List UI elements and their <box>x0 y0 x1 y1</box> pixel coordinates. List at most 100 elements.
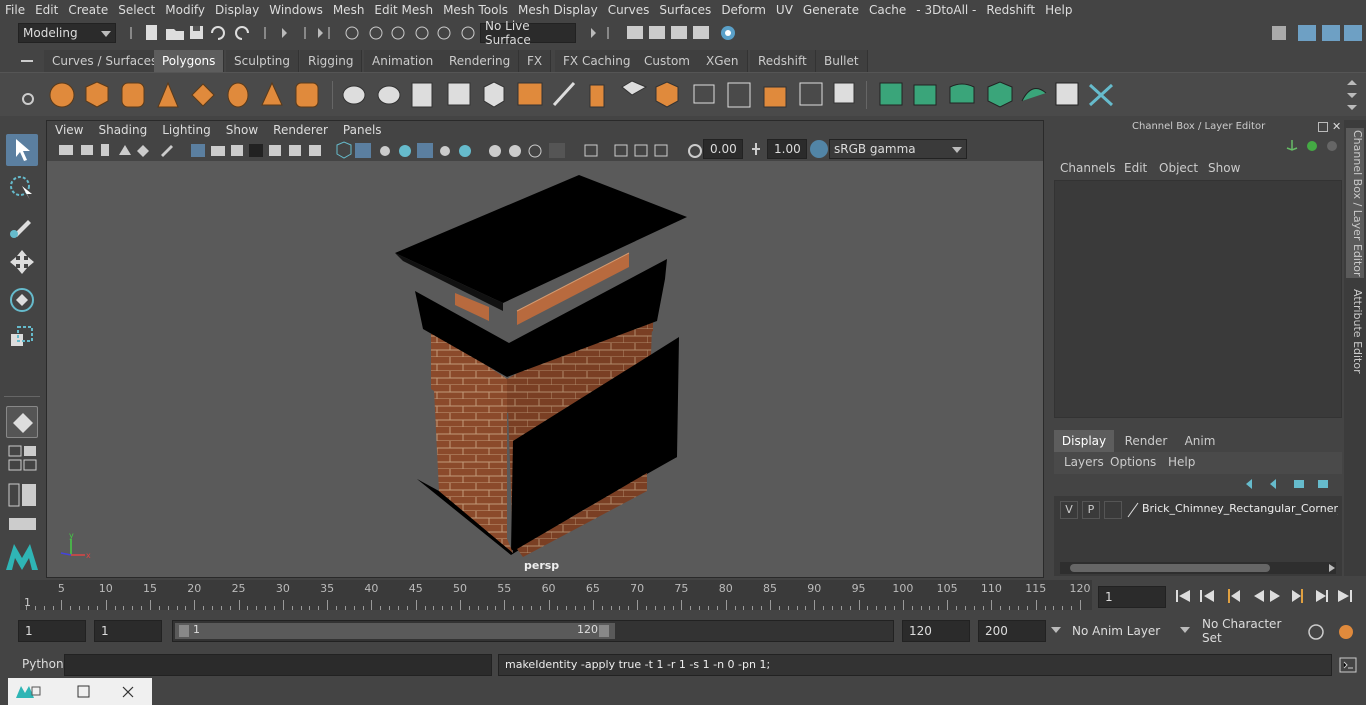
layer-help-menu[interactable]: Help <box>1168 455 1195 469</box>
live-surface-field[interactable]: No Live Surface <box>480 19 576 47</box>
menu-generate[interactable]: Generate <box>798 3 864 17</box>
tab-redshift[interactable]: Redshift <box>750 50 816 72</box>
tab-animation[interactable]: Animation <box>364 50 443 72</box>
tab-custom[interactable]: Custom <box>636 50 699 72</box>
viewport-menu-panels[interactable]: Panels <box>335 123 389 137</box>
color-management-icon[interactable] <box>810 140 828 158</box>
side-tab-channel-box[interactable]: Channel Box / Layer Editor <box>1346 128 1364 278</box>
paint-select-tool-button[interactable] <box>6 210 38 242</box>
menu-3dtoall[interactable]: - 3DtoAll - <box>911 3 981 17</box>
range-start-handle[interactable] <box>179 625 189 637</box>
layer-name[interactable]: Brick_Chimney_Rectangular_Corner_Ba <box>1142 502 1338 515</box>
menu-deform[interactable]: Deform <box>716 3 771 17</box>
menu-create[interactable]: Create <box>63 3 113 17</box>
maximize-icon[interactable] <box>76 684 92 700</box>
shelf-settings-gear-icon[interactable] <box>20 91 36 107</box>
menu-edit-mesh[interactable]: Edit Mesh <box>369 3 438 17</box>
viewport-menu-renderer[interactable]: Renderer <box>265 123 335 137</box>
layers-menu[interactable]: Layers <box>1064 455 1104 469</box>
channel-show-menu[interactable]: Show <box>1208 161 1240 175</box>
command-input[interactable] <box>64 654 492 676</box>
layer-visibility-toggle[interactable]: V <box>1060 501 1078 519</box>
menu-file[interactable]: File <box>0 3 30 17</box>
tab-render[interactable]: Render <box>1116 430 1176 452</box>
colorspace-dropdown[interactable]: sRGB gamma <box>829 139 967 159</box>
layer-color-icon[interactable] <box>1126 501 1140 519</box>
tab-xgen[interactable]: XGen <box>698 50 748 72</box>
menu-select[interactable]: Select <box>113 3 160 17</box>
menu-mesh[interactable]: Mesh <box>328 3 370 17</box>
viewport-menu-lighting[interactable]: Lighting <box>154 123 218 137</box>
viewport-menu-show[interactable]: Show <box>218 123 265 137</box>
scene-start-field[interactable]: 1 <box>18 620 86 642</box>
menu-mesh-display[interactable]: Mesh Display <box>513 3 603 17</box>
scene-end-field[interactable]: 200 <box>978 620 1046 642</box>
snap-point-icon <box>391 26 405 40</box>
tab-polygons[interactable]: Polygons <box>154 50 225 72</box>
menu-display[interactable]: Display <box>210 3 264 17</box>
tab-anim[interactable]: Anim <box>1176 430 1224 452</box>
channels-menu[interactable]: Channels <box>1060 161 1116 175</box>
tab-display[interactable]: Display <box>1054 430 1114 452</box>
menu-mesh-tools[interactable]: Mesh Tools <box>438 3 513 17</box>
restore-window-icon[interactable] <box>14 684 44 700</box>
time-ruler[interactable]: 5 10 15 20 25 30 35 40 45 50 55 60 65 70 75 80 85 90 95 100… <box>20 580 1092 610</box>
close-icon[interactable]: ✕ <box>1332 120 1341 133</box>
range-bar-handle[interactable]: 1 120 <box>175 623 615 639</box>
timeline-tick <box>309 606 311 610</box>
playback-end-field[interactable]: 120 <box>902 620 970 642</box>
rotate-tool-button[interactable] <box>6 284 38 316</box>
chevron-down-icon[interactable] <box>1050 624 1062 636</box>
range-bar[interactable]: 1 120 <box>172 620 894 642</box>
mode-selector[interactable]: Modeling <box>18 23 116 43</box>
channel-object-menu[interactable]: Object <box>1159 161 1198 175</box>
shelf-menu-icon[interactable] <box>18 54 38 68</box>
menu-cache[interactable]: Cache <box>864 3 911 17</box>
layer-scroll-thumb[interactable] <box>1070 564 1270 572</box>
viewport-menu-shading[interactable]: Shading <box>90 123 154 137</box>
3d-viewport[interactable]: y x persp <box>47 161 1043 577</box>
select-tool-button[interactable] <box>6 134 38 166</box>
side-tab-attribute-editor[interactable]: Attribute Editor <box>1346 286 1364 376</box>
menu-curves[interactable]: Curves <box>603 3 655 17</box>
menu-uv[interactable]: UV <box>771 3 798 17</box>
tab-fx-caching[interactable]: FX Caching <box>555 50 640 72</box>
menu-help[interactable]: Help <box>1040 3 1077 17</box>
tab-sculpting[interactable]: Sculpting <box>226 50 300 72</box>
channel-edit-menu[interactable]: Edit <box>1124 161 1147 175</box>
menu-surfaces[interactable]: Surfaces <box>654 3 716 17</box>
scale-tool-button[interactable] <box>6 322 38 354</box>
anim-layer-dropdown[interactable]: No Anim Layer <box>1068 620 1194 642</box>
combine-icon <box>342 85 366 105</box>
tab-rendering[interactable]: Rendering <box>441 50 520 72</box>
tab-bullet[interactable]: Bullet <box>816 50 868 72</box>
last-tool-button[interactable] <box>6 406 38 438</box>
layer-scrollbar[interactable] <box>1060 562 1336 574</box>
layer-row[interactable]: V P Brick_Chimney_Rectangular_Corner_Ba <box>1058 501 1338 519</box>
playback-start-field[interactable]: 1 <box>94 620 162 642</box>
gamma-field[interactable]: 1.00 <box>767 139 807 159</box>
close-window-icon[interactable] <box>120 684 136 700</box>
float-panel-icon[interactable] <box>1318 122 1328 132</box>
menu-windows[interactable]: Windows <box>264 3 328 17</box>
tab-fx[interactable]: FX <box>519 50 552 72</box>
menu-modify[interactable]: Modify <box>160 3 210 17</box>
menu-redshift[interactable]: Redshift <box>981 3 1040 17</box>
viewport-menu-view[interactable]: View <box>47 123 90 137</box>
exposure-field[interactable]: 0.00 <box>703 139 743 159</box>
tab-rigging[interactable]: Rigging <box>300 50 363 72</box>
timeline-tick <box>584 606 585 610</box>
shelf-scroll-arrows[interactable] <box>1344 79 1360 111</box>
character-set-dropdown[interactable]: No Character Set <box>1198 617 1298 645</box>
tab-curves-surfaces[interactable]: Curves / Surfaces <box>44 50 167 72</box>
menu-edit[interactable]: Edit <box>30 3 63 17</box>
range-end-handle[interactable] <box>599 625 609 637</box>
options-menu[interactable]: Options <box>1110 455 1156 469</box>
lasso-tool-button[interactable] <box>6 172 38 204</box>
layer-display-type[interactable] <box>1104 501 1122 519</box>
current-frame-field[interactable]: 1 <box>1098 586 1166 608</box>
layer-playback-toggle[interactable]: P <box>1082 501 1100 519</box>
script-editor-icon[interactable] <box>1338 656 1358 674</box>
script-language-toggle[interactable]: Python <box>22 657 64 671</box>
move-tool-button[interactable] <box>6 246 38 278</box>
